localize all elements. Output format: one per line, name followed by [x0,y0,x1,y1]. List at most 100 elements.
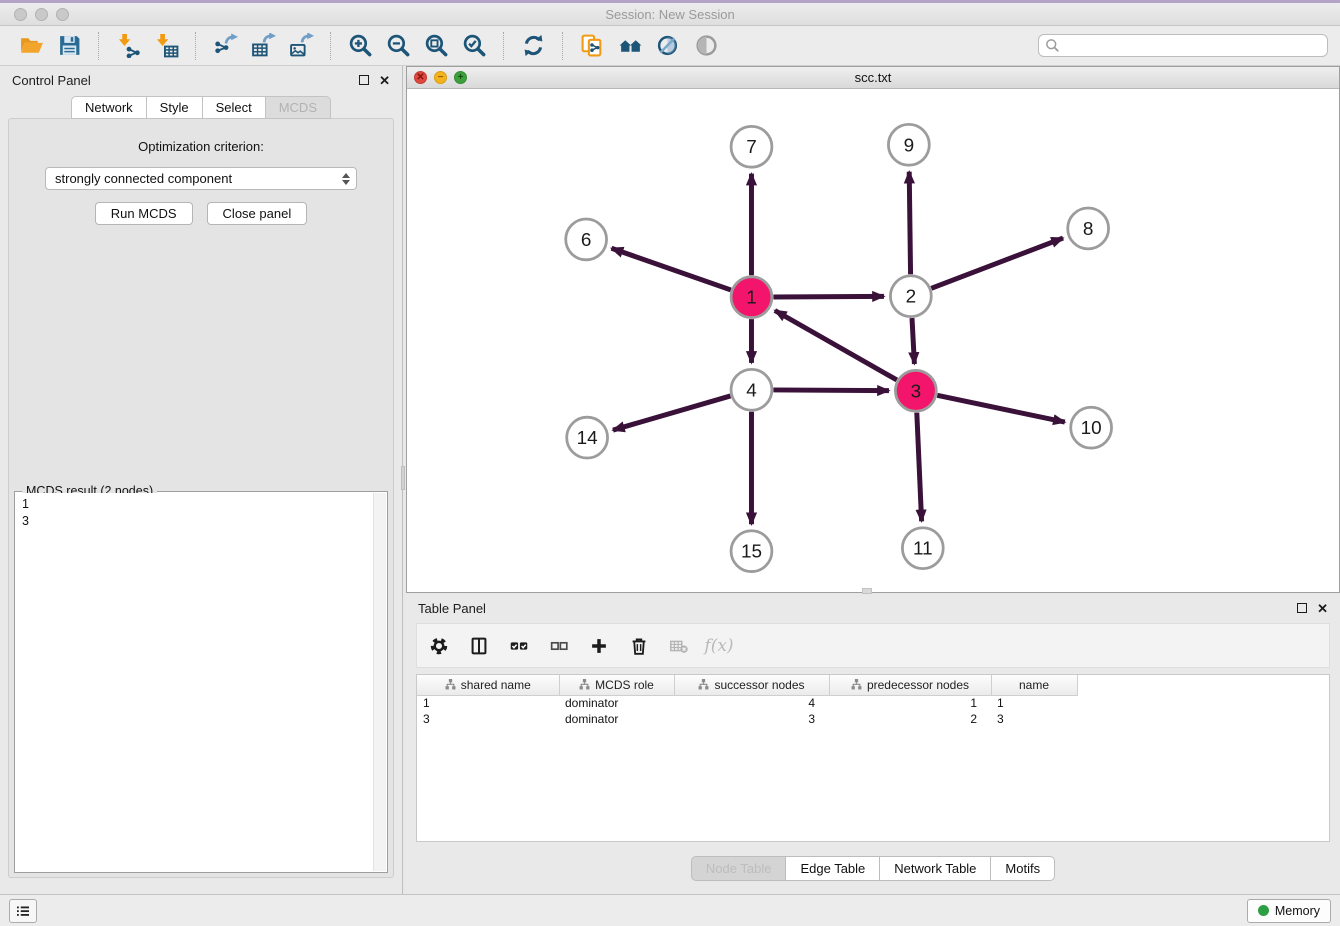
table-cell[interactable]: dominator [559,695,674,711]
optimization-criterion-select[interactable]: strongly connected component [45,167,357,190]
chevron-up-down-icon [342,173,350,185]
zoom-selected-icon[interactable] [455,30,493,62]
table-tabs: Node Table Edge Table Network Table Moti… [406,856,1340,881]
tab-style[interactable]: Style [147,96,203,119]
mcds-result-item[interactable]: 1 [22,496,367,513]
optimization-criterion-label: Optimization criterion: [9,139,393,154]
tab-edge-table[interactable]: Edge Table [786,856,880,881]
close-panel-button[interactable]: Close panel [207,202,308,225]
table-cell[interactable]: 3 [417,711,559,727]
graph-node-label: 4 [746,380,757,401]
graph-edge-3-1[interactable] [775,310,897,379]
sort-tree-icon [851,679,862,690]
column-header-2[interactable]: successor nodes [674,675,829,695]
table-cell[interactable]: 4 [674,695,829,711]
toolbar-separator [195,32,196,60]
table-cell[interactable]: 1 [829,695,991,711]
table-cell[interactable]: 3 [991,711,1077,727]
network-view-window: ✕ − + scc.txt 7968124314101511 [406,66,1340,593]
mcds-result-list[interactable]: 13 [16,493,373,871]
result-scrollbar[interactable] [373,493,386,871]
open-file-icon[interactable] [12,30,50,62]
memory-button[interactable]: Memory [1247,899,1331,923]
zoom-fit-icon[interactable] [417,30,455,62]
column-header-0[interactable]: shared name [417,675,559,695]
delete-row-icon[interactable] [627,634,651,658]
table-cell[interactable]: dominator [559,711,674,727]
table-cell[interactable]: 1 [417,695,559,711]
export-table-icon[interactable] [244,30,282,62]
graph-edge-2-9[interactable] [909,172,910,275]
unselect-all-columns-icon[interactable] [547,634,571,658]
split-columns-icon[interactable] [467,634,491,658]
vertical-splitter-handle[interactable] [401,466,405,490]
table-cell[interactable]: 3 [674,711,829,727]
column-label: MCDS role [595,678,654,692]
graph-edge-4-3[interactable] [773,390,889,391]
column-header-1[interactable]: MCDS role [559,675,674,695]
toolbar-separator [330,32,331,60]
first-neighbors-icon[interactable] [611,30,649,62]
column-header-4[interactable]: name [991,675,1077,695]
close-panel-icon[interactable]: ✕ [379,74,390,87]
network-canvas[interactable]: 7968124314101511 [407,89,1339,592]
zoom-in-icon[interactable] [341,30,379,62]
gear-icon[interactable] [427,634,451,658]
graph-edge-1-6[interactable] [612,248,731,290]
toolbar-separator [562,32,563,60]
tab-mcds[interactable]: MCDS [266,96,331,119]
column-header-3[interactable]: predecessor nodes [829,675,991,695]
memory-label: Memory [1275,904,1320,918]
tab-network[interactable]: Network [71,96,147,119]
graph-edge-1-2[interactable] [773,296,884,297]
graph-node-label: 10 [1081,418,1102,439]
control-panel-header: Control Panel ✕ [0,66,402,94]
zoom-out-icon[interactable] [379,30,417,62]
clone-network-icon[interactable] [573,30,611,62]
hide-selected-icon[interactable] [649,30,687,62]
close-table-panel-icon[interactable]: ✕ [1317,602,1328,615]
network-window-titlebar: ✕ − + scc.txt [407,67,1339,89]
sort-tree-icon [445,679,456,690]
mcds-result-item[interactable]: 3 [22,513,367,530]
toolbar-separator [503,32,504,60]
control-panel: Control Panel ✕ Network Style Select MCD… [0,66,403,894]
app-titlebar: Session: New Session [0,3,1340,26]
table-toolbar: f(x) [416,623,1330,668]
graph-edge-3-10[interactable] [937,395,1065,422]
save-session-icon[interactable] [50,30,88,62]
refresh-icon[interactable] [514,30,552,62]
select-all-columns-icon[interactable] [507,634,531,658]
network-graph: 7968124314101511 [407,89,1339,592]
table-panel-header: Table Panel ✕ [406,594,1340,622]
table-header-row: shared name MCDS role successor nodes prede… [417,675,1077,695]
add-column-icon[interactable] [587,634,611,658]
table-row: 3dominator323 [417,711,1077,727]
show-hidden-icon[interactable] [687,30,725,62]
graph-edge-4-14[interactable] [613,396,730,430]
float-panel-icon[interactable] [359,75,369,85]
list-icon [14,902,32,920]
tab-node-table[interactable]: Node Table [691,856,787,881]
graph-edge-3-11[interactable] [917,413,922,522]
tab-motifs[interactable]: Motifs [991,856,1055,881]
graph-edge-2-8[interactable] [931,238,1063,288]
tab-network-table[interactable]: Network Table [880,856,991,881]
column-label: name [1019,678,1049,692]
column-label: successor nodes [714,678,804,692]
graph-edge-2-3[interactable] [912,318,914,364]
run-mcds-button[interactable]: Run MCDS [95,202,193,225]
task-history-button[interactable] [9,899,37,923]
import-network-icon[interactable] [109,30,147,62]
export-image-icon[interactable] [282,30,320,62]
graph-node-label: 9 [904,135,915,156]
tab-select[interactable]: Select [203,96,266,119]
graph-node-label: 8 [1083,219,1094,240]
table-body: 1dominator4113dominator323 [417,695,1077,727]
export-network-icon[interactable] [206,30,244,62]
search-input[interactable] [1038,34,1328,57]
table-cell[interactable]: 2 [829,711,991,727]
float-table-panel-icon[interactable] [1297,603,1307,613]
import-table-icon[interactable] [147,30,185,62]
table-cell[interactable]: 1 [991,695,1077,711]
